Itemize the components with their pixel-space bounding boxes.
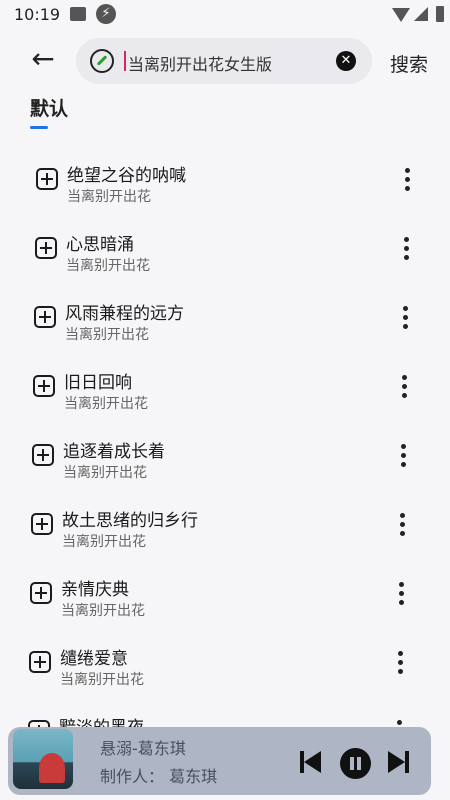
mini-player[interactable]: 悬溺-葛东琪 制作人： 葛东琪: [8, 727, 431, 795]
more-icon[interactable]: [405, 168, 411, 194]
more-icon[interactable]: [398, 651, 404, 677]
song-artist: 当离别开出花: [61, 603, 145, 619]
song-title: 亲情庆典: [61, 580, 129, 600]
add-to-playlist-icon[interactable]: [36, 168, 58, 190]
now-playing-title: 悬溺-葛东琪: [100, 739, 186, 758]
previous-track-icon[interactable]: [300, 751, 322, 773]
now-playing-producer: 制作人： 葛东琪: [100, 767, 218, 786]
more-icon[interactable]: [402, 375, 408, 401]
battery-icon: [436, 6, 444, 22]
text-cursor: [124, 51, 126, 71]
more-icon[interactable]: [399, 582, 405, 608]
song-title: 追逐着成长着: [63, 442, 165, 462]
song-artist: 当离别开出花: [60, 672, 144, 688]
back-arrow-icon[interactable]: ←: [28, 44, 58, 74]
album-cover[interactable]: [13, 729, 73, 789]
tab-default[interactable]: 默认: [30, 94, 68, 121]
song-title: 风雨兼程的远方: [65, 304, 184, 324]
wifi-icon: [392, 8, 410, 22]
status-time: 10:19: [14, 5, 61, 24]
song-artist: 当离别开出花: [66, 258, 150, 274]
image-notification-icon: [70, 7, 86, 21]
song-title: 旧日回响: [64, 373, 132, 393]
list-item[interactable]: 旧日回响 当离别开出花: [0, 359, 447, 428]
list-item[interactable]: 追逐着成长着 当离别开出花: [0, 428, 446, 497]
song-artist: 当离别开出花: [64, 396, 148, 412]
add-to-playlist-icon[interactable]: [32, 444, 54, 466]
add-to-playlist-icon[interactable]: [29, 651, 51, 673]
song-artist: 当离别开出花: [67, 189, 151, 205]
next-track-icon[interactable]: [388, 751, 410, 773]
clear-icon[interactable]: ✕: [336, 51, 356, 71]
add-to-playlist-icon[interactable]: [31, 513, 53, 535]
link-icon: [90, 49, 114, 73]
search-input[interactable]: 当离别开出花女生版 ✕: [76, 38, 372, 84]
song-artist: 当离别开出花: [62, 534, 146, 550]
flash-notification-icon: ⚡: [96, 4, 116, 24]
tab-indicator: [30, 126, 48, 129]
list-item[interactable]: 风雨兼程的远方 当离别开出花: [0, 290, 448, 359]
song-artist: 当离别开出花: [65, 327, 149, 343]
add-to-playlist-icon[interactable]: [33, 375, 55, 397]
song-title: 故土思绪的归乡行: [62, 511, 198, 531]
song-artist: 当离别开出花: [63, 465, 147, 481]
more-icon[interactable]: [403, 306, 409, 332]
add-to-playlist-icon[interactable]: [35, 237, 57, 259]
search-button[interactable]: 搜索: [390, 50, 428, 77]
list-item[interactable]: 绝望之谷的呐喊 当离别开出花: [0, 152, 450, 221]
list-item[interactable]: 亲情庆典 当离别开出花: [0, 566, 444, 635]
list-item[interactable]: 故土思绪的归乡行 当离别开出花: [0, 497, 445, 566]
list-item[interactable]: 缱绻爱意 当离别开出花: [0, 635, 443, 704]
status-bar: 10:19 ⚡: [0, 0, 450, 30]
pause-icon[interactable]: [340, 748, 371, 779]
signal-icon: [414, 7, 428, 21]
search-query[interactable]: 当离别开出花女生版: [128, 51, 272, 75]
song-title: 心思暗涌: [66, 235, 134, 255]
song-title: 缱绻爱意: [60, 649, 128, 669]
add-to-playlist-icon[interactable]: [34, 306, 56, 328]
more-icon[interactable]: [400, 513, 406, 539]
add-to-playlist-icon[interactable]: [30, 582, 52, 604]
list-item[interactable]: 心思暗涌 当离别开出花: [0, 221, 449, 290]
song-title: 绝望之谷的呐喊: [67, 166, 186, 186]
more-icon[interactable]: [404, 237, 410, 263]
more-icon[interactable]: [401, 444, 407, 470]
